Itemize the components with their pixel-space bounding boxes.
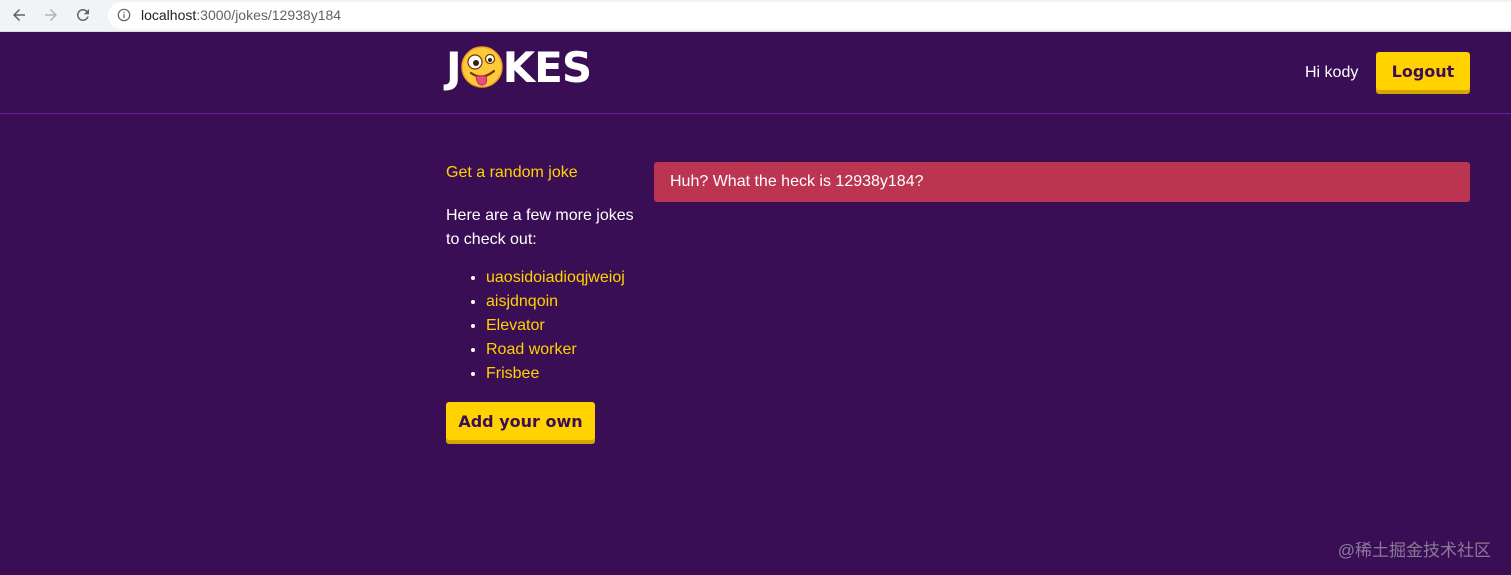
info-icon[interactable] <box>117 8 131 22</box>
arrow-right-icon <box>45 9 57 21</box>
address-bar[interactable]: localhost:3000/jokes/12938y184 <box>108 2 1511 29</box>
site-header: J KES Hi kody Logout <box>0 32 1511 114</box>
jokes-sidebar: Get a random joke Here are a few more jo… <box>446 164 646 440</box>
list-item: Road worker <box>486 338 646 362</box>
joke-link[interactable]: aisjdnqoin <box>486 293 558 310</box>
url-text: localhost:3000/jokes/12938y184 <box>141 7 341 23</box>
reload-button[interactable] <box>72 4 94 26</box>
logo-text-left: J <box>446 42 462 92</box>
url-host: localhost <box>141 7 197 23</box>
user-greeting: Hi kody <box>1305 64 1359 81</box>
more-jokes-intro: Here are a few more jokes to check out: <box>446 207 634 248</box>
joke-list: uaosidoiadioqjweioj aisjdnqoin Elevator … <box>446 266 646 386</box>
jokes-logo-link[interactable]: J KES <box>446 42 592 92</box>
joke-link[interactable]: Road worker <box>486 341 577 358</box>
joke-link[interactable]: Frisbee <box>486 365 539 382</box>
forward-button[interactable] <box>40 4 62 26</box>
random-joke-link[interactable]: Get a random joke <box>446 164 646 182</box>
list-item: Frisbee <box>486 362 646 386</box>
logout-button[interactable]: Logout <box>1376 52 1470 90</box>
arrow-left-icon <box>13 9 25 21</box>
reload-icon <box>76 8 89 21</box>
joke-link[interactable]: uaosidoiadioqjweioj <box>486 269 625 286</box>
zany-face-emoji-icon <box>460 46 503 88</box>
list-item: Elevator <box>486 314 646 338</box>
browser-toolbar: localhost:3000/jokes/12938y184 <box>0 0 1511 32</box>
logo-text-right: KES <box>502 42 592 92</box>
list-item: aisjdnqoin <box>486 290 646 314</box>
list-item: uaosidoiadioqjweioj <box>486 266 646 290</box>
add-joke-button[interactable]: Add your own <box>446 402 595 440</box>
url-path: :3000/jokes/12938y184 <box>196 7 342 23</box>
error-message: Huh? What the heck is 12938y184? <box>654 162 1470 202</box>
joke-link[interactable]: Elevator <box>486 317 545 334</box>
back-button[interactable] <box>8 4 30 26</box>
watermark: @稀土掘金技术社区 <box>1337 541 1491 560</box>
